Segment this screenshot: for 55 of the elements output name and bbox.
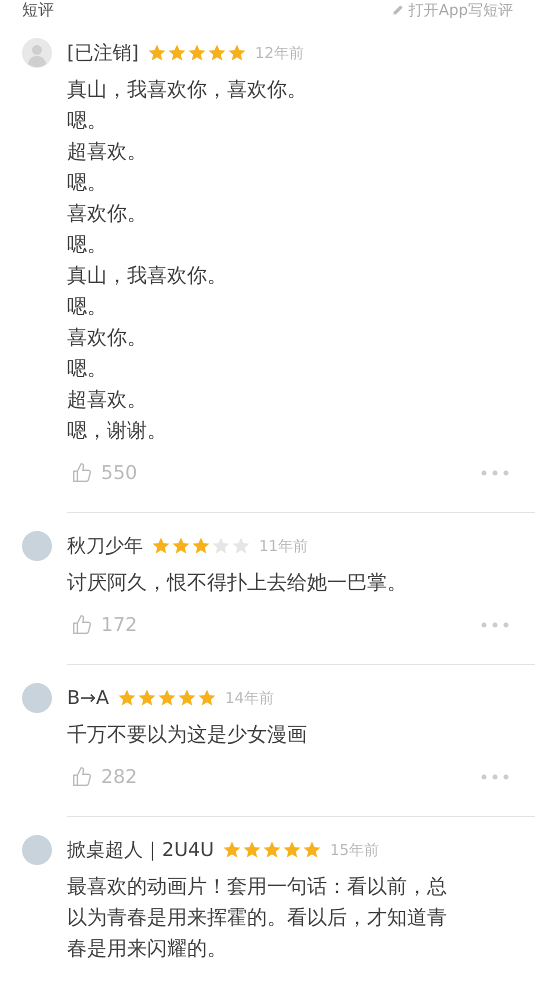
- review-text: 最喜欢的动画片！套用一句话：看以前，总以为青春是用来挥霍的。看以后，才知道青春是用来闪耀的。: [67, 873, 448, 962]
- avatar-placeholder: [22, 683, 52, 713]
- star-icon: [206, 43, 227, 63]
- review-text: 嗯。: [67, 231, 108, 258]
- review-text: 嗯。: [67, 355, 108, 382]
- star-icon: [136, 688, 157, 708]
- star-icon: [262, 840, 282, 860]
- thumbs-up-icon: [71, 766, 93, 788]
- star-icon: [282, 840, 302, 860]
- review-time: 14年前: [224, 688, 274, 709]
- review-text: 嗯。: [67, 293, 108, 320]
- star-icon: [166, 43, 187, 63]
- star-icon: [226, 43, 247, 63]
- review-text: 嗯。: [67, 107, 108, 134]
- review-time: 15年前: [330, 840, 380, 861]
- star-icon: [231, 536, 251, 556]
- more-icon[interactable]: [481, 470, 509, 476]
- username[interactable]: B→A: [67, 684, 109, 712]
- review-text: 喜欢你。: [67, 324, 148, 351]
- review-text: 超喜欢。: [67, 138, 148, 165]
- star-icon: [116, 688, 137, 708]
- review-text: 喜欢你。: [67, 200, 148, 227]
- star-icon: [156, 688, 177, 708]
- avatar-placeholder: [22, 835, 52, 865]
- review-text: 讨厌阿久，恨不得扑上去给她一巴掌。: [67, 569, 408, 596]
- star-icon: [176, 688, 197, 708]
- review-time: 11年前: [259, 536, 308, 557]
- star-icon: [302, 840, 322, 860]
- star-icon: [171, 536, 191, 556]
- pencil-icon: [390, 3, 405, 17]
- thumbs-up-icon: [71, 462, 93, 484]
- star-icon: [211, 536, 231, 556]
- avatar-placeholder: [22, 531, 52, 561]
- star-icon: [242, 840, 262, 860]
- star-icon: [186, 43, 207, 63]
- more-icon[interactable]: [481, 774, 509, 780]
- review-time: 12年前: [254, 42, 304, 64]
- username[interactable]: [已注销]: [67, 38, 139, 68]
- review-text: 超喜欢。: [67, 386, 148, 413]
- more-icon[interactable]: [481, 622, 509, 628]
- review-text: 嗯。: [67, 169, 108, 196]
- star-icon: [196, 688, 217, 708]
- review-text: 千万不要以为这是少女漫画: [67, 721, 308, 748]
- star-icon: [151, 536, 171, 556]
- star-icon: [222, 840, 242, 860]
- section-title: 短评: [22, 2, 54, 18]
- avatar-silhouette-icon: [22, 38, 52, 68]
- star-icon: [191, 536, 211, 556]
- review-text: 真山，我喜欢你，喜欢你。: [67, 76, 308, 103]
- review-text: 真山，我喜欢你。: [67, 262, 228, 289]
- username[interactable]: 秋刀少年: [67, 532, 143, 560]
- star-icon: [146, 43, 167, 63]
- username[interactable]: 掀桌超人｜2U4U: [67, 836, 214, 864]
- review-text: 嗯，谢谢。: [67, 417, 168, 444]
- thumbs-up-icon: [71, 614, 93, 636]
